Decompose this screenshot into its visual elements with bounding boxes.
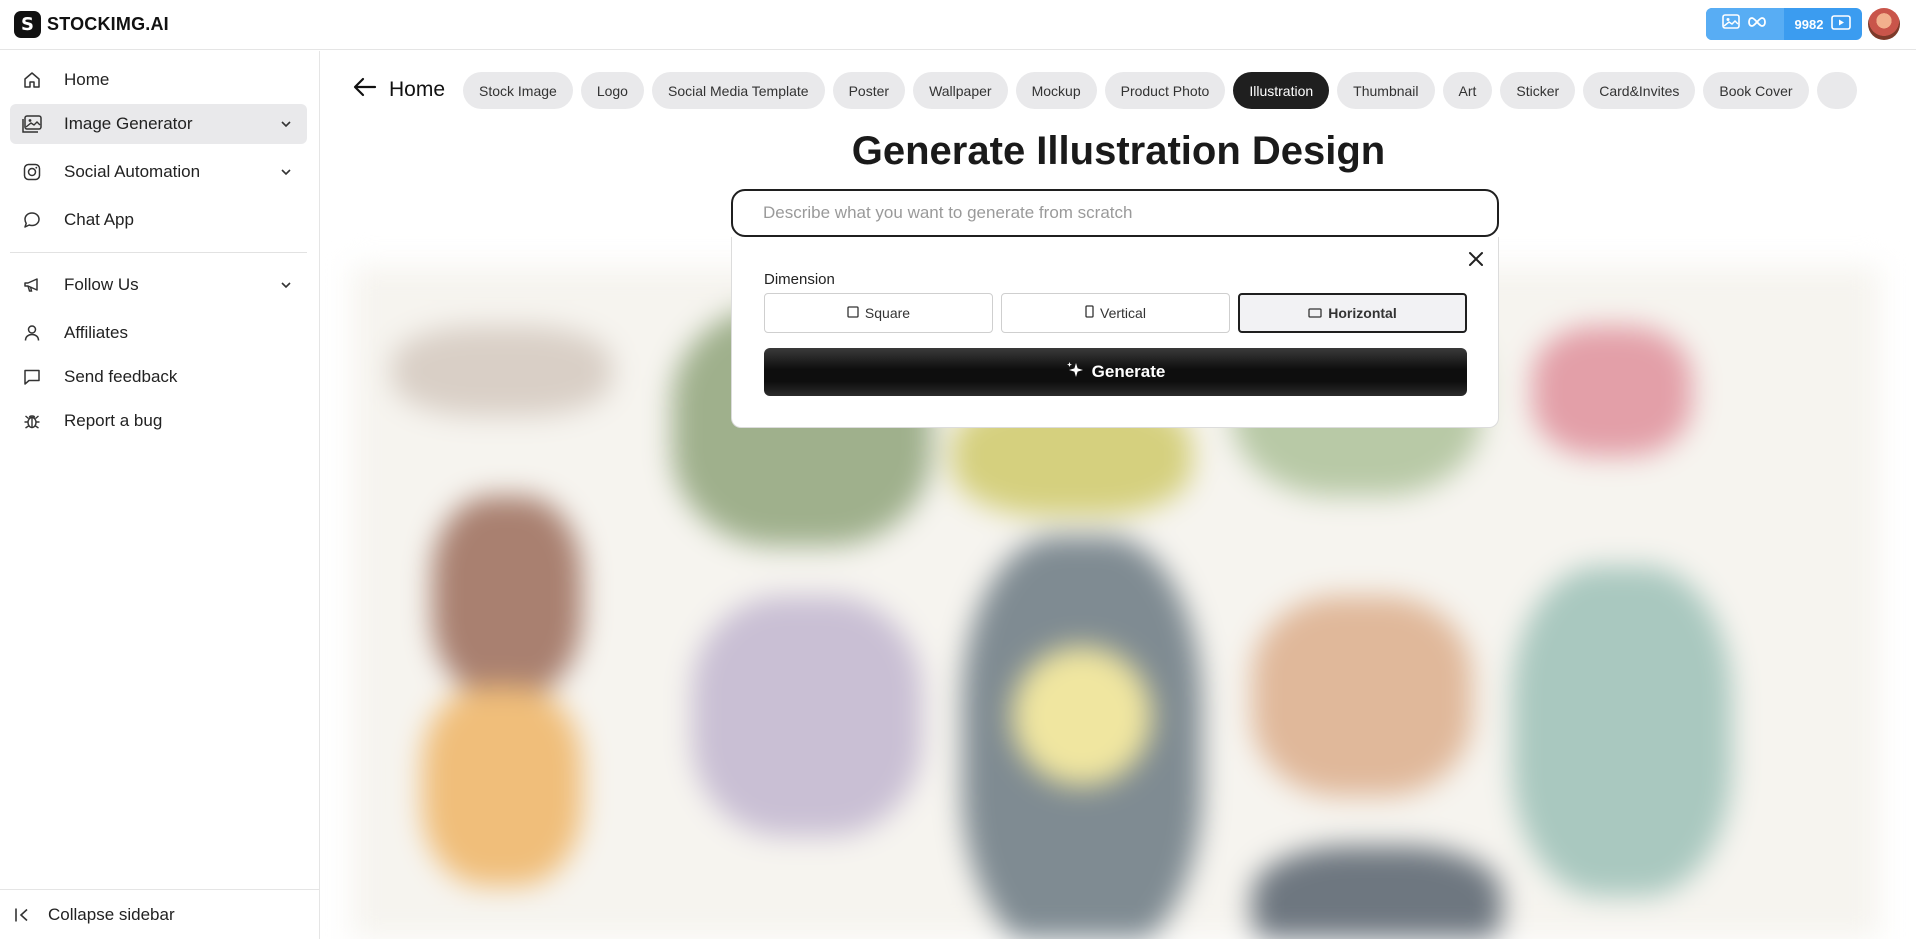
vertical-rect-icon xyxy=(1085,305,1094,321)
sidebar-item-label: Image Generator xyxy=(64,114,193,133)
sidebar-item-follow-us[interactable]: Follow Us xyxy=(10,265,307,305)
dimension-vertical-button[interactable]: Vertical xyxy=(1001,293,1230,333)
sidebar-item-image-generator[interactable]: Image Generator xyxy=(10,104,307,144)
infinity-icon xyxy=(1746,15,1768,33)
sidebar-item-label: Home xyxy=(64,70,110,89)
sidebar-item-label: Follow Us xyxy=(64,275,139,294)
sidebar-item-label: Social Automation xyxy=(64,162,201,181)
tab-stock-image[interactable]: Stock Image xyxy=(463,72,573,109)
sidebar-item-label: Send feedback xyxy=(64,367,178,386)
unlimited-images-indicator xyxy=(1706,8,1784,40)
breadcrumb[interactable]: Home xyxy=(353,77,445,103)
sidebar-item-label: Chat App xyxy=(64,210,134,229)
collapse-icon xyxy=(14,907,30,923)
user-icon xyxy=(22,323,42,343)
sidebar-item-send-feedback[interactable]: Send feedback xyxy=(10,357,307,397)
close-icon[interactable] xyxy=(1464,247,1488,271)
tab-wallpaper[interactable]: Wallpaper xyxy=(913,72,1008,109)
logo-mark: S xyxy=(14,11,41,38)
top-bar: S STOCKIMG.AI 9982 xyxy=(0,0,1916,50)
tab-sticker[interactable]: Sticker xyxy=(1500,72,1576,109)
image-icon xyxy=(1722,14,1740,34)
instagram-icon xyxy=(22,162,42,182)
collapse-sidebar-button[interactable]: Collapse sidebar xyxy=(0,889,319,939)
dimension-options: Square Vertical Horizontal xyxy=(764,293,1467,333)
chevron-down-icon xyxy=(279,116,293,136)
page-title: Generate Illustration Design xyxy=(851,129,1386,173)
chevron-down-icon xyxy=(279,164,293,184)
generate-options-panel: Dimension Square Vertical Horizontal Gen… xyxy=(731,237,1499,428)
sidebar-item-social-automation[interactable]: Social Automation xyxy=(10,152,307,192)
sidebar-item-label: Affiliates xyxy=(64,323,128,342)
sidebar-divider xyxy=(10,252,307,253)
breadcrumb-home: Home xyxy=(389,78,446,101)
tab-card-invites[interactable]: Card&Invites xyxy=(1583,72,1696,109)
tab-mockup[interactable]: Mockup xyxy=(1015,72,1097,109)
logo[interactable]: S STOCKIMG.AI xyxy=(14,11,169,38)
bug-icon xyxy=(22,411,42,431)
tab-illustration[interactable]: Illustration xyxy=(1233,72,1330,109)
message-square-icon xyxy=(22,367,42,387)
collapse-sidebar-label: Collapse sidebar xyxy=(48,904,175,924)
horizontal-rect-icon xyxy=(1308,305,1322,321)
dimension-square-button[interactable]: Square xyxy=(764,293,993,333)
credit-count: 9982 xyxy=(1794,16,1824,32)
sidebar-item-home[interactable]: Home xyxy=(10,60,307,100)
chat-icon xyxy=(22,210,42,230)
dimension-label: Dimension xyxy=(764,271,835,288)
tab-social-media-template[interactable]: Social Media Template xyxy=(651,72,825,109)
image-icon xyxy=(22,114,42,134)
dimension-label-horizontal: Horizontal xyxy=(1328,305,1397,321)
generate-label: Generate xyxy=(1091,362,1166,381)
generate-button[interactable]: Generate xyxy=(764,348,1467,396)
avatar[interactable] xyxy=(1868,8,1900,40)
sidebar-item-label: Report a bug xyxy=(64,411,163,430)
tab-thumbnail[interactable]: Thumbnail xyxy=(1337,72,1435,109)
arrow-left-icon xyxy=(353,77,377,103)
tab-book-cover[interactable]: Book Cover xyxy=(1703,72,1809,109)
sparkles-icon xyxy=(1066,361,1084,384)
home-icon xyxy=(22,70,42,90)
tab-art[interactable]: Art xyxy=(1442,72,1493,109)
chevron-down-icon xyxy=(279,277,293,297)
megaphone-icon xyxy=(22,275,42,295)
square-icon xyxy=(847,305,859,321)
prompt-input[interactable] xyxy=(763,203,1497,223)
credits-badge[interactable]: 9982 xyxy=(1706,8,1862,40)
category-tabs: Stock Image Logo Social Media Template P… xyxy=(463,72,1878,110)
tab-overflow[interactable] xyxy=(1816,72,1857,109)
video-icon xyxy=(1831,15,1852,33)
main-content: Home Stock Image Logo Social Media Templ… xyxy=(321,51,1916,939)
dimension-horizontal-button[interactable]: Horizontal xyxy=(1238,293,1467,333)
prompt-input-wrapper xyxy=(731,189,1499,237)
tab-logo[interactable]: Logo xyxy=(580,72,644,109)
sidebar: Home Image Generator Social Automation C… xyxy=(0,51,320,939)
sidebar-item-affiliates[interactable]: Affiliates xyxy=(10,313,307,353)
tab-product-photo[interactable]: Product Photo xyxy=(1104,72,1226,109)
sidebar-item-report-bug[interactable]: Report a bug xyxy=(10,401,307,441)
sidebar-item-chat-app[interactable]: Chat App xyxy=(10,200,307,240)
brand-name: STOCKIMG.AI xyxy=(47,14,169,34)
tab-poster[interactable]: Poster xyxy=(832,72,906,109)
credit-count-area: 9982 xyxy=(1784,15,1862,33)
dimension-label-square: Square xyxy=(864,305,911,321)
dimension-label-vertical: Vertical xyxy=(1100,305,1146,321)
